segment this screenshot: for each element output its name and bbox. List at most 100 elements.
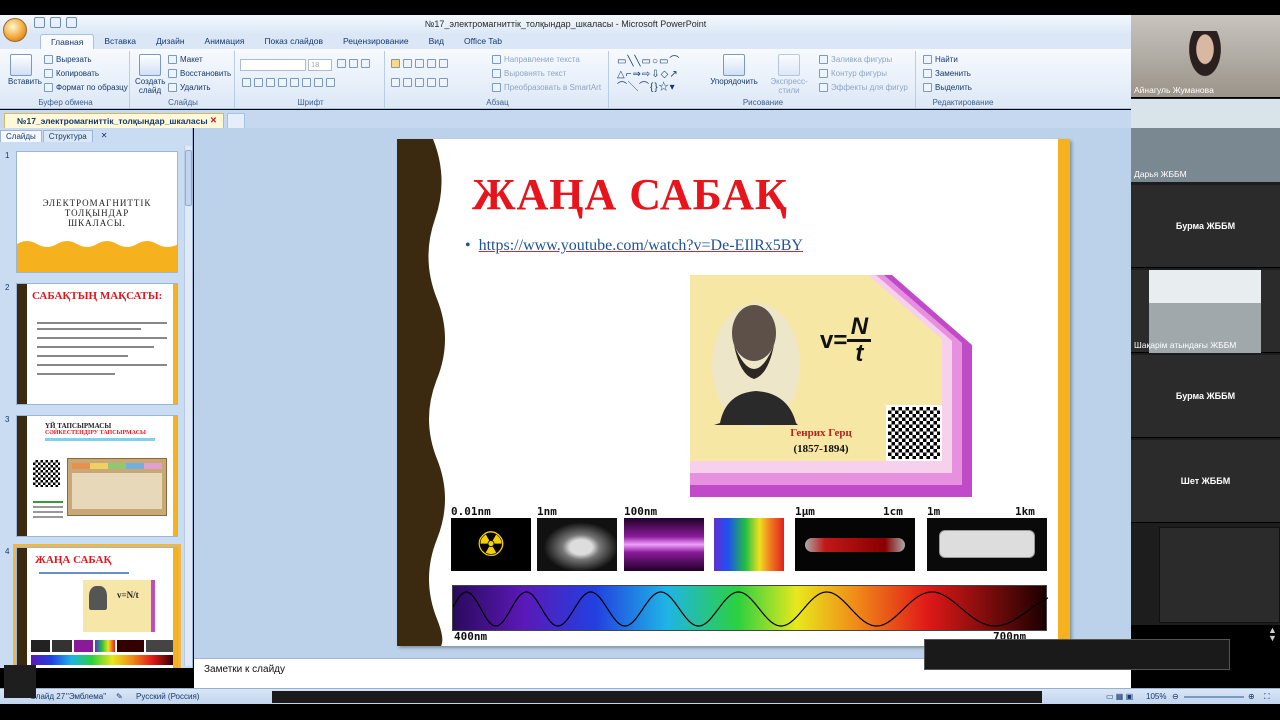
document-tab[interactable]: №17_электромагниттік_толқындар_шкаласы ✕	[4, 113, 224, 128]
tab-review[interactable]: Рецензирование	[333, 34, 419, 49]
participant-name: Шет ЖББМ	[1180, 476, 1231, 486]
zoom-level[interactable]: 105%	[1146, 692, 1166, 701]
wave-decoration	[17, 241, 177, 272]
arrange-icon[interactable]	[723, 54, 745, 76]
arrange-button[interactable]: Упорядочить	[709, 77, 759, 86]
spectrum-bar-mini	[31, 655, 173, 665]
delete-slide-button[interactable]: Удалить	[168, 83, 211, 92]
close-icon[interactable]: ✕	[96, 130, 113, 142]
quick-styles-icon[interactable]	[778, 54, 800, 76]
participant-tile[interactable]: Дарья ЖББМ	[1131, 99, 1280, 182]
tab-home[interactable]: Главная	[40, 34, 95, 49]
new-slide-button[interactable]: Создать слайд	[135, 77, 165, 95]
find-button[interactable]: Найти	[923, 55, 958, 64]
current-slide[interactable]: ЖАҢА САБАҚ • https://www.youtube.com/wat…	[397, 139, 1070, 646]
left-wave-band	[397, 139, 445, 646]
document-tab-label: №17_электромагниттік_толқындар_шкаласы	[17, 116, 208, 126]
tab-insert[interactable]: Вставка	[94, 34, 146, 49]
title-bar: №17_электромагниттік_толқындар_шкаласы -…	[0, 15, 1131, 34]
tab-office-tab[interactable]: Office Tab	[454, 34, 512, 49]
tab-slides[interactable]: Слайды	[0, 130, 42, 142]
panel-scrollbar[interactable]	[184, 146, 192, 666]
tab-animation[interactable]: Анимация	[195, 34, 255, 49]
overlay-corner	[4, 665, 36, 698]
participant-tile[interactable]: Айнагуль Жуманова	[1131, 15, 1280, 98]
thumbnail-subtitle: СӘЙКЕСТЕНДІРУ ТАПСЫРМАСЫ	[45, 430, 146, 436]
portrait-card-mini: v=N/t	[83, 580, 155, 632]
avatar	[1185, 31, 1225, 83]
text-direction-icon	[492, 55, 501, 64]
label-1m: 1m	[927, 505, 941, 518]
spellcheck-icon[interactable]: ✎	[116, 692, 123, 701]
shape-fill-button[interactable]: Заливка фигуры	[819, 55, 892, 64]
replace-button[interactable]: Заменить	[923, 69, 971, 78]
participant-tile[interactable]: Шақарім атындағы ЖББМ	[1131, 270, 1280, 353]
shapes-gallery[interactable]: ▭╲╲▭○▭⌒ △⌐⇒⇨⇩◇↗ ⌒╲⌒{}☆▾	[617, 55, 701, 93]
participant-tile[interactable]: Бурма ЖББМ	[1131, 185, 1280, 268]
quick-styles-button[interactable]: Экспресс-стили	[761, 77, 817, 95]
visible-light-prism-icon	[714, 518, 784, 571]
smartart-button[interactable]: Преобразовать в SmartArt	[492, 83, 601, 92]
status-bar: Слайд 27 "Эмблема" ✎ Русский (Россия) ▭ …	[0, 688, 1280, 704]
paste-button[interactable]: Вставить	[8, 77, 42, 86]
font-size-combo[interactable]: 18	[308, 59, 332, 71]
participant-name: Шақарім атындағы ЖББМ	[1134, 340, 1237, 350]
tab-slideshow[interactable]: Показ слайдов	[254, 34, 333, 49]
thumbnail-slide-1[interactable]: ЭЛЕКТРОМАГНИТТІК ТОЛҚЫНДАР ШКАЛАСЫ.	[16, 151, 178, 273]
right-band	[1058, 139, 1070, 646]
list-buttons[interactable]	[391, 59, 448, 68]
label-1nm: 1nm	[537, 505, 557, 518]
hertz-portrait-image[interactable]: v= N t Генрих Герц (1857-1894)	[670, 275, 992, 497]
binoculars-icon	[923, 55, 932, 64]
participant-tile[interactable]: Шет ЖББМ	[1131, 440, 1280, 523]
fit-window-icon[interactable]: ⛶	[1264, 692, 1270, 702]
cut-button[interactable]: Вырезать	[44, 55, 92, 64]
align-text-icon	[492, 69, 501, 78]
office-button[interactable]	[3, 18, 27, 42]
align-buttons[interactable]	[391, 78, 448, 87]
shape-outline-button[interactable]: Контур фигуры	[819, 69, 887, 78]
thumbnail-slide-2[interactable]: САБАҚТЫҢ МАҚСАТЫ:	[16, 283, 178, 405]
link-bullet[interactable]: • https://www.youtube.com/watch?v=De-EIl…	[465, 237, 803, 255]
new-slide-icon[interactable]	[139, 54, 161, 76]
link-line	[45, 438, 155, 441]
layout-button[interactable]: Макет	[168, 55, 203, 64]
thumbnail-slide-3[interactable]: ҮЙ ТАПСЫРМАСЫ СӘЙКЕСТЕНДІРУ ТАПСЫРМАСЫ	[16, 415, 178, 537]
task-image	[67, 458, 167, 516]
reset-icon	[168, 69, 177, 78]
align-text-button[interactable]: Выровнять текст	[492, 69, 566, 78]
font-format-buttons[interactable]	[242, 78, 335, 87]
zoom-in-icon[interactable]: ⊕	[1248, 692, 1255, 701]
youtube-link[interactable]: https://www.youtube.com/watch?v=De-EIlRx…	[479, 237, 803, 254]
tab-design[interactable]: Дизайн	[146, 34, 195, 49]
slide-heading[interactable]: ЖАҢА САБАҚ	[472, 169, 788, 220]
text-direction-button[interactable]: Направление текста	[492, 55, 580, 64]
powerpoint-window: №17_электромагниттік_толқындар_шкаласы -…	[0, 0, 1280, 720]
select-button[interactable]: Выделить	[923, 83, 972, 92]
close-icon[interactable]: ✕	[210, 115, 217, 126]
effects-icon	[819, 83, 828, 92]
view-buttons[interactable]: ▭ ▦ ▣	[1106, 692, 1133, 701]
slides-group: Создать слайд Макет Восстановить Удалить…	[132, 51, 235, 108]
zoom-slider[interactable]	[1184, 696, 1244, 698]
paste-icon[interactable]	[10, 54, 32, 76]
scrollbar-thumb[interactable]	[185, 150, 192, 206]
scroll-arrows-icon[interactable]: ▲ ▼	[1268, 626, 1277, 643]
format-painter-button[interactable]: Формат по образцу	[44, 83, 128, 92]
reset-button[interactable]: Восстановить	[168, 69, 231, 78]
zoom-out-icon[interactable]: ⊖	[1172, 692, 1179, 701]
shape-effects-button[interactable]: Эффекты для фигур	[819, 83, 908, 92]
grow-font-icon[interactable]	[337, 59, 370, 68]
thumbnail-slide-4[interactable]: ЖАҢА САБАҚ v=N/t	[13, 544, 181, 668]
copy-button[interactable]: Копировать	[44, 69, 99, 78]
drawing-group-label: Рисование	[742, 98, 784, 107]
tab-outline[interactable]: Структура	[42, 130, 93, 142]
tab-view[interactable]: Вид	[419, 34, 454, 49]
font-name-combo[interactable]	[240, 59, 306, 71]
new-tab-button[interactable]	[227, 113, 245, 128]
ultraviolet-icon	[624, 518, 704, 571]
spectrum-icons-mini	[31, 640, 173, 652]
slide-number: 3	[5, 415, 10, 424]
language[interactable]: Русский (Россия)	[136, 692, 199, 701]
participant-tile[interactable]: Бурма ЖББМ	[1131, 355, 1280, 438]
